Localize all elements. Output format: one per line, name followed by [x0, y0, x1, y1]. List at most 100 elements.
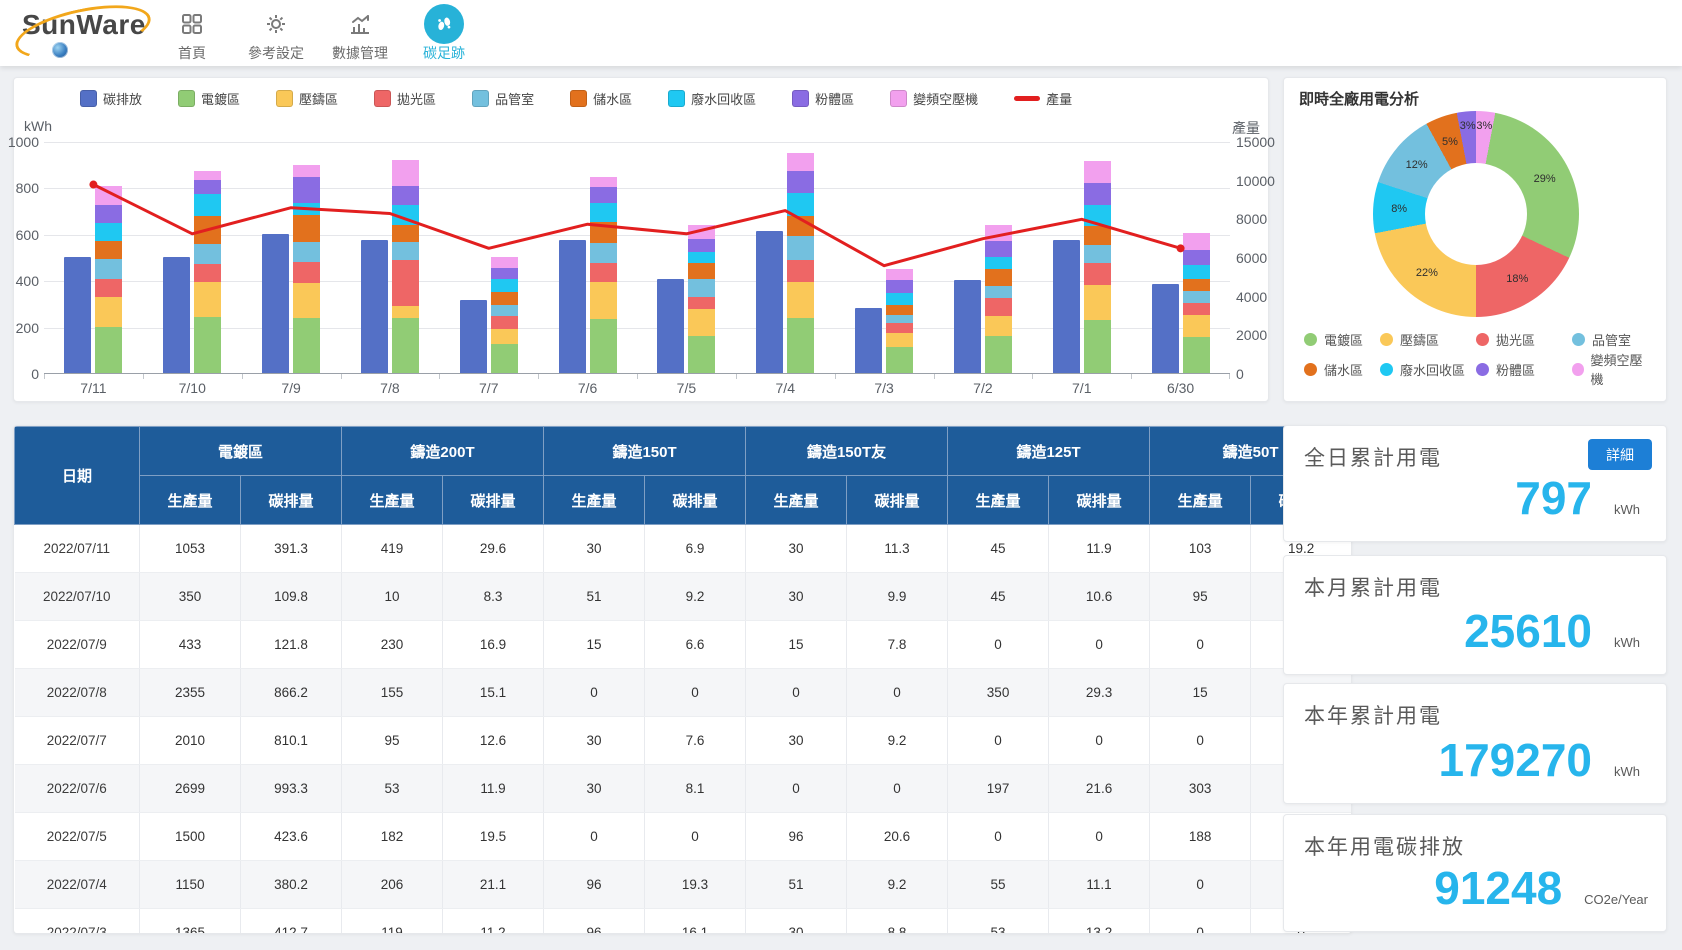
cell-value: 30: [746, 909, 847, 935]
cell-value: 30: [746, 717, 847, 765]
legend-item-粉體區[interactable]: 粉體區: [792, 89, 854, 108]
cell-value: 419: [342, 525, 443, 573]
legend-item-電鍍區[interactable]: 電鍍區: [178, 89, 240, 108]
legend-item-儲水區[interactable]: 儲水區: [570, 89, 632, 108]
donut-legend-儲水區[interactable]: 儲水區: [1304, 360, 1380, 379]
cell-value: 109.8: [241, 573, 342, 621]
production-line-layer: [44, 142, 1230, 374]
logo-text: SunWare: [22, 9, 172, 41]
cell-date: 2022/07/3: [15, 909, 140, 935]
col-subheader-碳排量: 碳排量: [443, 476, 544, 525]
cell-value: 51: [544, 573, 645, 621]
legend-item-壓鑄區[interactable]: 壓鑄區: [276, 89, 338, 108]
left-axis-title: kWh: [24, 118, 52, 134]
donut-panel-title: 即時全廠用電分析: [1299, 88, 1419, 109]
cell-date: 2022/07/7: [15, 717, 140, 765]
col-group-鑄造150T: 鑄造150T: [544, 427, 746, 476]
x-axis-label: 7/4: [750, 380, 820, 396]
donut-legend-廢水回收區[interactable]: 廢水回收區: [1380, 360, 1476, 379]
donut-legend-電鍍區[interactable]: 電鍍區: [1304, 330, 1380, 349]
cell-value: 1365: [140, 909, 241, 935]
legend-label: 品管室: [495, 89, 534, 108]
cell-value: 206: [342, 861, 443, 909]
summary-card-本年用電碳排放: 本年用電碳排放91248CO2e/Year: [1283, 814, 1667, 932]
cell-value: 412.7: [241, 909, 342, 935]
legend-item-變頻空壓機[interactable]: 變頻空壓機: [890, 89, 978, 108]
x-axis-label: 7/7: [454, 380, 524, 396]
cell-value: 95: [1150, 573, 1251, 621]
left-axis-tick: 1000: [0, 134, 39, 150]
legend-label: 變頻空壓機: [913, 89, 978, 108]
cell-value: 380.2: [241, 861, 342, 909]
donut-legend-壓鑄區[interactable]: 壓鑄區: [1380, 330, 1476, 349]
grid-icon: [180, 7, 204, 41]
summary-card-本年累計用電: 本年累計用電179270kWh: [1283, 683, 1667, 804]
cell-value: 16.1: [645, 909, 746, 935]
summary-card-value: 797: [1515, 471, 1592, 525]
cell-value: 21.1: [443, 861, 544, 909]
x-axis-label: 7/5: [651, 380, 721, 396]
legend-item-拋光區[interactable]: 拋光區: [374, 89, 436, 108]
legend-label: 電鍍區: [201, 89, 240, 108]
donut-percent-廢水回收區: 8%: [1391, 203, 1407, 215]
cell-value: 0: [847, 765, 948, 813]
legend-item-產量[interactable]: 產量: [1014, 89, 1072, 108]
cell-value: 103: [1150, 525, 1251, 573]
donut-legend-粉體區[interactable]: 粉體區: [1476, 360, 1572, 379]
table-row-2022/07/6: 2022/07/62699993.35311.9308.10019721.630…: [15, 765, 1352, 813]
col-subheader-生產量: 生產量: [544, 476, 645, 525]
left-axis-tick: 600: [0, 227, 39, 243]
cell-value: 0: [1150, 909, 1251, 935]
nav-item-碳足跡[interactable]: 碳足跡: [402, 0, 486, 66]
cell-value: 6.9: [645, 525, 746, 573]
table-row-2022/07/4: 2022/07/41150380.220621.19619.3519.25511…: [15, 861, 1352, 909]
cell-value: 96: [544, 861, 645, 909]
cell-value: 11.3: [847, 525, 948, 573]
legend-item-品管室[interactable]: 品管室: [472, 89, 534, 108]
legend-dot: [1476, 333, 1489, 346]
left-axis-tick: 200: [0, 320, 39, 336]
cell-value: 866.2: [241, 669, 342, 717]
legend-item-廢水回收區[interactable]: 廢水回收區: [668, 89, 756, 108]
table-row-2022/07/10: 2022/07/10350109.8108.3519.2309.94510.69…: [15, 573, 1352, 621]
production-emission-table-panel: 日期電鍍區鑄造200T鑄造150T鑄造150T友鑄造125T鑄造50T生產量碳排…: [13, 425, 1352, 934]
cell-value: 303: [1150, 765, 1251, 813]
legend-label: 碳排放: [103, 89, 142, 108]
col-subheader-生產量: 生產量: [140, 476, 241, 525]
col-subheader-碳排量: 碳排量: [645, 476, 746, 525]
cell-value: 16.9: [443, 621, 544, 669]
summary-card-unit: kWh: [1614, 764, 1648, 779]
donut-legend-變頻空壓機[interactable]: 變頻空壓機: [1572, 350, 1648, 388]
legend-item-碳排放[interactable]: 碳排放: [80, 89, 142, 108]
cell-value: 30: [746, 573, 847, 621]
legend-label: 拋光區: [1496, 330, 1535, 349]
cell-value: 11.9: [1049, 525, 1150, 573]
table-row-2022/07/3: 2022/07/31365412.711911.29616.1308.85313…: [15, 909, 1352, 935]
legend-label: 壓鑄區: [299, 89, 338, 108]
cell-value: 7.8: [847, 621, 948, 669]
cell-value: 0: [645, 813, 746, 861]
dashboard-page: SunWare 首頁參考設定數據管理碳足跡 碳排放電鍍區壓鑄區拋光區品管室儲水區…: [0, 0, 1682, 950]
left-axis-tick: 0: [0, 366, 39, 382]
cell-value: 9.2: [847, 861, 948, 909]
cell-value: 433: [140, 621, 241, 669]
cell-date: 2022/07/10: [15, 573, 140, 621]
detail-button[interactable]: 詳細: [1588, 439, 1652, 470]
nav-item-數據管理[interactable]: 數據管理: [318, 0, 402, 66]
legend-swatch: [890, 90, 907, 107]
cell-value: 11.9: [443, 765, 544, 813]
legend-label: 變頻空壓機: [1591, 350, 1649, 388]
production-emission-table: 日期電鍍區鑄造200T鑄造150T鑄造150T友鑄造125T鑄造50T生產量碳排…: [14, 426, 1352, 934]
col-subheader-生產量: 生產量: [342, 476, 443, 525]
donut-legend-拋光區[interactable]: 拋光區: [1476, 330, 1572, 349]
col-group-鑄造200T: 鑄造200T: [342, 427, 544, 476]
cell-value: 188: [1150, 813, 1251, 861]
nav-item-參考設定[interactable]: 參考設定: [234, 0, 318, 66]
donut-percent-品管室: 12%: [1406, 159, 1428, 171]
cell-value: 2355: [140, 669, 241, 717]
donut-legend-品管室[interactable]: 品管室: [1572, 330, 1648, 349]
x-axis-label: 7/8: [355, 380, 425, 396]
table-row-2022/07/9: 2022/07/9433121.823016.9156.6157.80000: [15, 621, 1352, 669]
nav-label: 數據管理: [332, 43, 388, 63]
col-subheader-碳排量: 碳排量: [847, 476, 948, 525]
